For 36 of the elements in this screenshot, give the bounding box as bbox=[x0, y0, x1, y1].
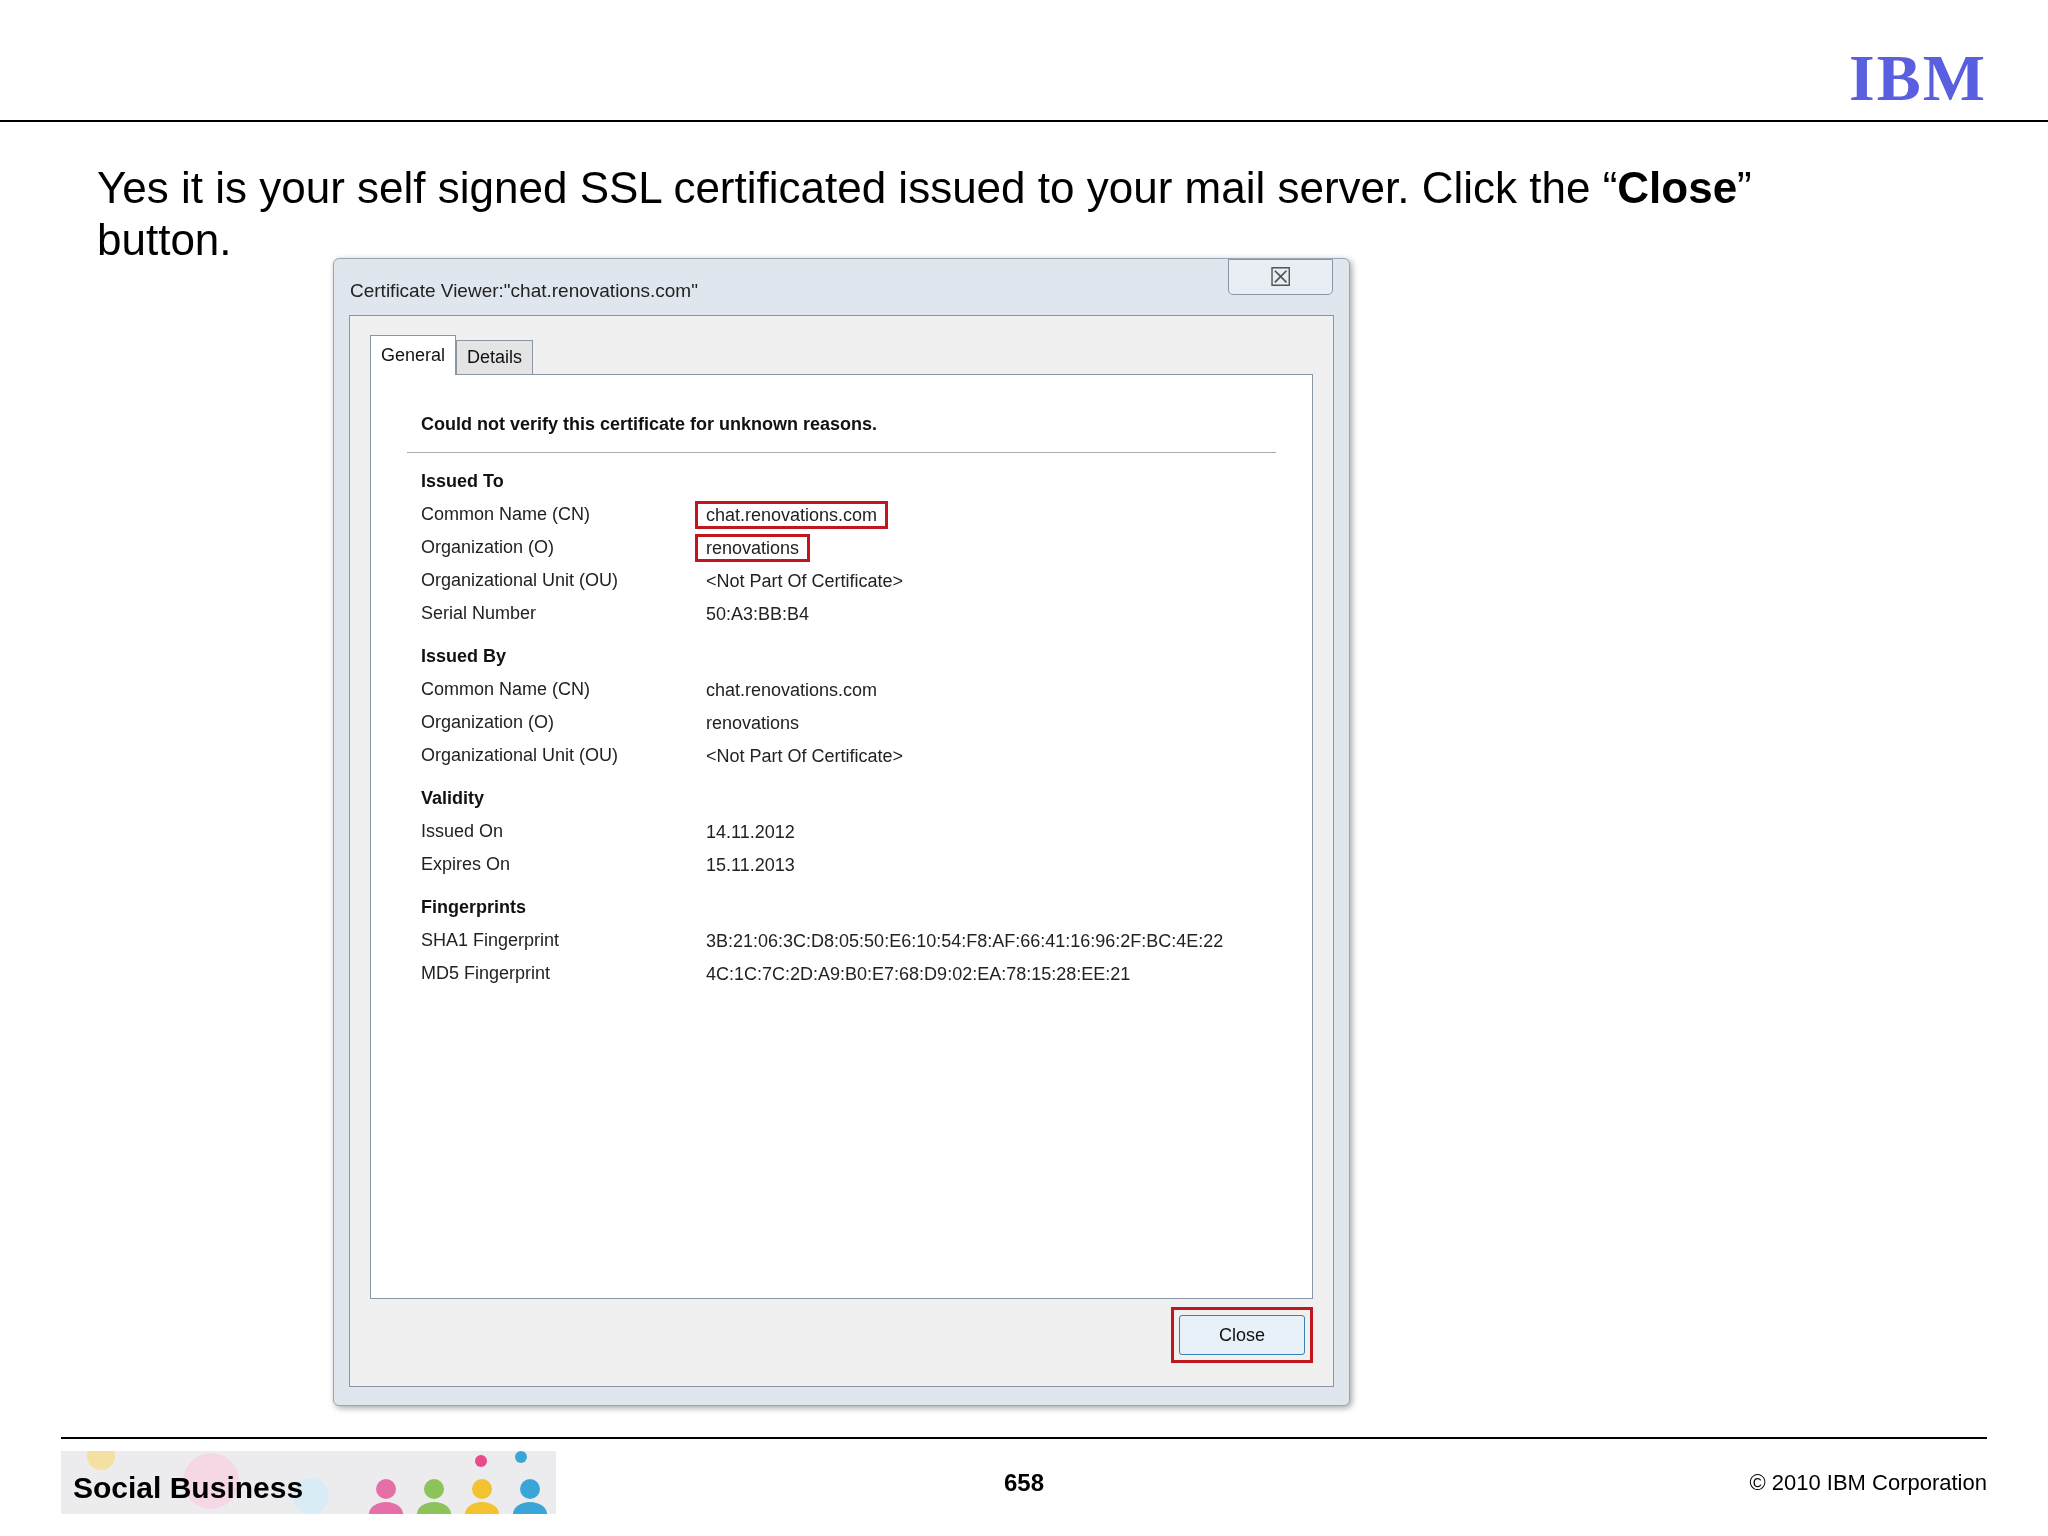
field-value: chat.renovations.com bbox=[695, 500, 889, 529]
field-label: SHA1 Fingerprint bbox=[421, 929, 561, 952]
field-value: 3B:21:06:3C:D8:05:50:E6:10:54:F8:AF:66:41:16:96:2F:BC:4E:22 bbox=[705, 929, 1225, 953]
field-value: <Not Part Of Certificate> bbox=[705, 744, 905, 768]
section-heading: Validity bbox=[421, 787, 486, 810]
field-label: Organization (O) bbox=[421, 536, 556, 559]
section-heading: Issued To bbox=[421, 470, 505, 493]
banner-text: Social Business bbox=[73, 1470, 304, 1506]
section-heading: Fingerprints bbox=[421, 896, 527, 919]
section-heading: Issued By bbox=[421, 645, 508, 668]
field-value: chat.renovations.com bbox=[705, 678, 879, 702]
field-label: Organization (O) bbox=[421, 711, 556, 734]
copyright: © 2010 IBM Corporation bbox=[1748, 1469, 1987, 1497]
field-value: renovations bbox=[705, 711, 801, 735]
field-value: renovations bbox=[695, 533, 811, 562]
field-value: 4C:1C:7C:2D:A9:B0:E7:68:D9:02:EA:78:15:28:EE:21 bbox=[705, 962, 1132, 986]
field-label: Organizational Unit (OU) bbox=[421, 569, 620, 592]
status-message: Could not verify this certificate for unknown reasons. bbox=[407, 411, 1276, 453]
field-label: Serial Number bbox=[421, 602, 538, 625]
close-dialog-button[interactable]: Close bbox=[1179, 1315, 1305, 1355]
field-value: <Not Part Of Certificate> bbox=[705, 569, 905, 593]
close-button[interactable]: ☒ bbox=[1228, 259, 1333, 295]
field-label: MD5 Fingerprint bbox=[421, 962, 552, 985]
field-label: Organizational Unit (OU) bbox=[421, 744, 620, 767]
ibm-logo: IBM bbox=[1849, 48, 1987, 108]
field-label: Issued On bbox=[421, 820, 505, 843]
field-label: Common Name (CN) bbox=[421, 503, 592, 526]
field-label: Expires On bbox=[421, 853, 512, 876]
field-value: 15.11.2013 bbox=[705, 853, 796, 877]
field-value: 50:A3:BB:B4 bbox=[705, 602, 811, 626]
field-value: 14.11.2012 bbox=[705, 820, 796, 844]
field-label: Common Name (CN) bbox=[421, 678, 592, 701]
tab[interactable]: Details bbox=[456, 340, 534, 374]
tab[interactable]: General bbox=[370, 335, 457, 375]
page-number: 658 bbox=[1003, 1467, 1044, 1498]
window-title: Certificate Viewer:"chat.renovations.com" bbox=[350, 279, 698, 303]
